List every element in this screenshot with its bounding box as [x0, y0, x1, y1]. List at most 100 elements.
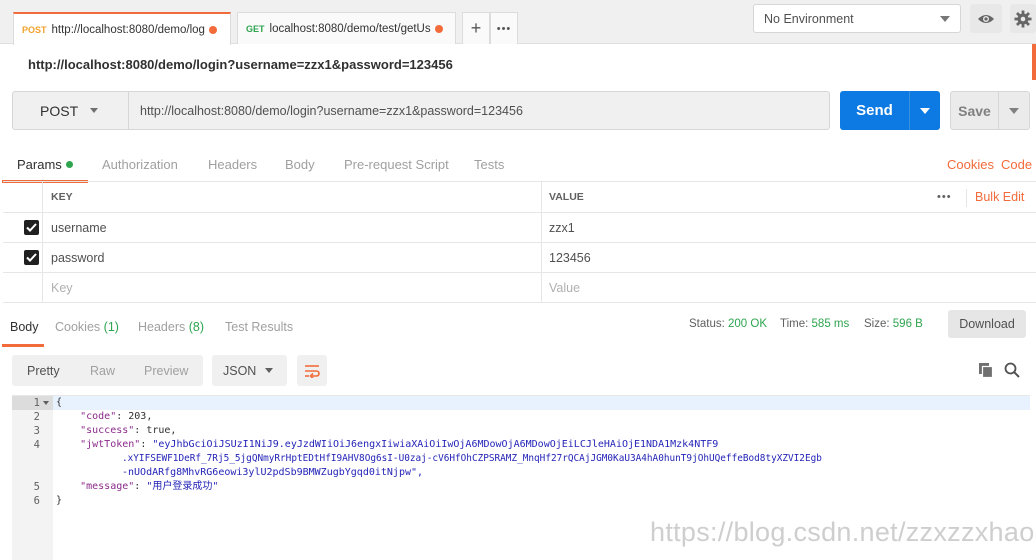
new-value-input[interactable]: Value: [541, 273, 580, 302]
bulk-edit-link[interactable]: Bulk Edit: [967, 182, 1024, 212]
unsaved-dot-icon: [434, 24, 443, 33]
ellipsis-icon: •••: [496, 22, 512, 35]
manage-environments-button[interactable]: [1010, 4, 1036, 33]
tab-body[interactable]: Body: [285, 157, 315, 172]
check-icon: [26, 253, 37, 262]
send-options-button[interactable]: [909, 91, 940, 130]
add-tab-button[interactable]: +: [462, 12, 490, 44]
param-enabled-checkbox[interactable]: [24, 220, 39, 235]
new-key-input[interactable]: Key: [43, 273, 73, 302]
active-tab-indicator: [2, 344, 44, 347]
response-tab-test-results[interactable]: Test Results: [225, 320, 293, 334]
chevron-down-icon: [265, 368, 273, 373]
code-line-wrapped: .xYIFSEWF1DeRf_7Rj5_5jgQNmyRrHptEDtHfI9A…: [122, 453, 822, 464]
search-button[interactable]: [1003, 361, 1021, 379]
json-value: 203,: [128, 411, 153, 422]
param-key-cell[interactable]: password: [43, 243, 105, 272]
status-label: Status:: [689, 318, 725, 330]
environment-quick-look-button[interactable]: [970, 4, 1002, 33]
line-number: 5: [33, 481, 40, 493]
eye-icon: [978, 14, 994, 23]
code-link[interactable]: Code: [1001, 157, 1032, 172]
json-key: "code": [80, 411, 117, 422]
environment-select-value: No Environment: [764, 11, 854, 26]
request-tab-bar: POST http://localhost:8080/demo/log GET …: [0, 0, 1036, 45]
response-size: Size: 596 B: [864, 318, 923, 330]
save-options-button[interactable]: [999, 91, 1030, 130]
param-key-cell[interactable]: username: [43, 213, 107, 242]
http-method-value: POST: [40, 102, 79, 119]
json-value: "用户登录成功": [146, 481, 219, 492]
request-title: http://localhost:8080/demo/login?usernam…: [28, 57, 453, 72]
request-tab-get-user[interactable]: GET localhost:8080/demo/test/getUs: [237, 12, 456, 44]
save-button[interactable]: Save: [950, 91, 999, 130]
param-enabled-checkbox[interactable]: [24, 250, 39, 265]
line-number: 1: [33, 397, 40, 409]
code-line: "jwtToken": "eyJhbGciOiJSUzI1NiJ9.eyJzdW…: [80, 439, 719, 450]
check-icon: [26, 223, 37, 232]
chevron-down-icon: [940, 15, 950, 22]
request-url-input[interactable]: [128, 91, 830, 130]
format-toggle-group: Pretty Raw Preview: [12, 355, 203, 386]
line-number: 4: [33, 439, 40, 451]
side-indicator: [1032, 44, 1036, 80]
key-column-header: KEY: [51, 191, 73, 203]
count-badge: (8): [188, 320, 205, 334]
wrap-lines-icon: [305, 364, 320, 378]
gear-icon: [1014, 10, 1032, 27]
tab-url-label: localhost:8080/demo/test/getUs: [269, 22, 431, 35]
chevron-down-icon: [90, 108, 98, 113]
tab-authorization[interactable]: Authorization: [102, 157, 178, 172]
send-button[interactable]: Send: [840, 91, 909, 130]
tab-method-label: POST: [22, 24, 47, 35]
json-value: true,: [146, 425, 177, 436]
more-tabs-button[interactable]: •••: [490, 12, 518, 44]
code-line: "code": 203,: [80, 411, 153, 422]
code-line: {: [56, 397, 63, 408]
count-badge: (1): [103, 320, 119, 334]
response-status: Status: 200 OK: [689, 318, 767, 330]
params-more-button[interactable]: •••: [929, 182, 952, 212]
download-button[interactable]: Download: [948, 310, 1026, 338]
line-number: 3: [33, 425, 40, 437]
tab-headers[interactable]: Headers: [208, 157, 257, 172]
raw-button[interactable]: Raw: [90, 355, 115, 386]
preview-button[interactable]: Preview: [144, 355, 188, 386]
response-tab-label: Headers: [138, 320, 186, 334]
table-row: username zzx1: [3, 213, 1036, 243]
format-type-value: JSON: [223, 363, 257, 378]
response-tab-headers[interactable]: Headers (8): [138, 320, 204, 334]
response-tab-cookies[interactable]: Cookies (1): [55, 320, 119, 334]
environment-select[interactable]: No Environment: [753, 4, 961, 33]
wrap-lines-button[interactable]: [297, 355, 327, 386]
param-value-cell[interactable]: zzx1: [541, 213, 575, 242]
active-line-highlight: [53, 396, 1030, 410]
size-label: Size:: [864, 318, 890, 330]
active-params-dot-icon: [65, 161, 73, 168]
line-number: 6: [33, 495, 40, 507]
response-tab-body[interactable]: Body: [10, 320, 39, 334]
cookies-link[interactable]: Cookies: [947, 157, 994, 172]
json-value: "eyJhbGciOiJSUzI1NiJ9.eyJzdWIiOiJ6engxIi…: [152, 439, 719, 450]
http-method-select[interactable]: POST: [12, 91, 129, 130]
pretty-button[interactable]: Pretty: [27, 355, 60, 386]
code-line-wrapped: -nUOdARfg8MhvRG6eowi3ylU2pdSb9BMWZugbYgq…: [122, 467, 424, 478]
size-value: 596 B: [892, 318, 923, 330]
tab-tests[interactable]: Tests: [474, 157, 504, 172]
copy-button[interactable]: [977, 361, 995, 379]
time-value: 585 ms: [811, 318, 850, 330]
table-row: password 123456: [3, 243, 1036, 273]
param-value-cell[interactable]: 123456: [541, 243, 591, 272]
tab-method-label: GET: [246, 23, 265, 34]
fold-chevron-icon[interactable]: [43, 401, 49, 405]
search-icon: [1004, 362, 1020, 378]
tab-pre-request-script[interactable]: Pre-request Script: [344, 157, 449, 172]
code-line: }: [56, 495, 63, 506]
chevron-down-icon: [920, 107, 930, 114]
format-type-select[interactable]: JSON: [212, 355, 287, 386]
response-time: Time: 585 ms: [780, 318, 849, 330]
request-sub-tabs: Params Authorization Headers Body Pre-re…: [0, 151, 1036, 183]
request-tab-post-login[interactable]: POST http://localhost:8080/demo/log: [13, 12, 231, 45]
tab-params[interactable]: Params: [17, 157, 73, 172]
chevron-down-icon: [1009, 107, 1019, 114]
